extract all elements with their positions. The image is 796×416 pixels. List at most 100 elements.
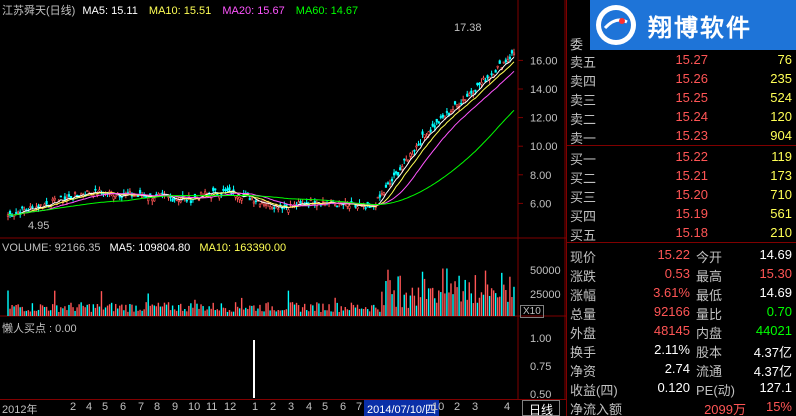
order-book-sell-row[interactable]: 卖三 15.25 524 <box>566 88 796 108</box>
volume-scale[interactable]: X10 <box>520 305 544 318</box>
order-price: 15.19 <box>675 206 708 221</box>
candle-body <box>494 70 497 73</box>
candle-body <box>409 153 412 157</box>
order-book-buy-row[interactable]: 买四 15.19 561 <box>566 204 796 224</box>
candle-body <box>138 190 142 194</box>
volume-bar <box>60 307 62 316</box>
order-volume: 710 <box>770 187 792 202</box>
volume-bar <box>291 302 294 316</box>
order-book-sell-row[interactable]: 卖二 15.24 120 <box>566 107 796 127</box>
volume-axis-label: 25000 <box>530 289 561 301</box>
candle-body <box>429 129 432 132</box>
volume-bar <box>110 302 113 316</box>
candle-body <box>277 208 280 210</box>
volume-bar <box>151 304 153 316</box>
volume-ma10: MA10: 163390.00 <box>199 242 287 254</box>
volume-bar <box>368 311 371 316</box>
volume-bar <box>328 304 330 316</box>
candle-body <box>496 65 499 68</box>
volume-bar <box>236 306 239 316</box>
volume-bar <box>324 310 326 316</box>
volume-bar <box>470 293 472 316</box>
chart-area[interactable]: 16.00 14.00 12.00 10.00 8.00 6.00 50000 25000 1.… <box>0 0 566 416</box>
volume-bar <box>434 298 436 316</box>
divider <box>566 242 796 243</box>
order-volume: 210 <box>770 225 792 240</box>
time-axis-tick: 7 <box>138 401 145 413</box>
candle-body <box>470 90 473 94</box>
volume-bar <box>49 310 52 316</box>
time-axis[interactable]: 2014/07/10/四 日线 2012年 2 4 5 6 7 8 9 10 11 12 1 2 3 4 5 6… <box>0 399 566 416</box>
volume-bar <box>78 304 80 316</box>
order-book-buy-row[interactable]: 买一 15.22 119 <box>566 147 796 167</box>
volume-bar <box>389 280 391 316</box>
volume-bar <box>23 311 25 316</box>
candle-body <box>254 200 258 203</box>
volume-title: VOLUME: 92166.35 MA5: 109804.80 MA10: 16… <box>2 242 286 254</box>
time-axis-tick: 6 <box>340 401 347 413</box>
candle-body <box>413 149 416 152</box>
volume-bar <box>442 268 444 316</box>
volume-bar <box>474 275 477 316</box>
volume-bar <box>257 308 259 316</box>
candle-body <box>147 197 150 202</box>
order-book-buy-row[interactable]: 买三 15.20 710 <box>566 185 796 205</box>
volume-bar <box>413 295 416 316</box>
price-axis-label: 14.00 <box>530 84 558 96</box>
order-book-sell-row[interactable]: 卖一 15.23 904 <box>566 126 796 146</box>
kline-chart[interactable]: 16.00 14.00 12.00 10.00 8.00 6.00 50000 25000 1.… <box>0 0 566 416</box>
period-button[interactable]: 日线 <box>522 400 561 416</box>
volume-bar <box>310 304 312 316</box>
quote-value: 0.53 <box>664 266 690 281</box>
order-book-buy-row[interactable]: 买二 15.21 173 <box>566 166 796 186</box>
volume-bar <box>275 311 277 316</box>
volume-bar <box>106 305 109 316</box>
volume-bar <box>405 292 407 316</box>
volume-bar <box>173 309 176 316</box>
volume-bar <box>356 304 359 316</box>
net-inflow-row: 净流入额 2099万 15% <box>566 397 796 416</box>
time-axis-tick: 2012年 <box>2 404 38 416</box>
volume-bar <box>182 310 184 316</box>
candle-body <box>264 204 268 206</box>
candle-body <box>238 196 241 200</box>
candle-body <box>232 189 235 192</box>
volume-bar <box>238 308 241 316</box>
indicator-title: 懒人买点 : 0.00 <box>2 323 77 335</box>
volume-bar <box>141 310 143 316</box>
volume-bar <box>267 302 269 316</box>
volume-bar <box>224 308 227 316</box>
candle-body <box>468 93 471 96</box>
volume-bar <box>466 299 468 316</box>
candle-body <box>226 188 229 192</box>
price-axis-label: 6.00 <box>530 198 551 210</box>
order-book-sell-row[interactable]: 卖四 15.26 235 <box>566 69 796 89</box>
candle-body <box>348 205 351 209</box>
candle-body <box>114 195 117 198</box>
quote-value: 3.61% <box>653 285 690 300</box>
volume-bar <box>66 310 68 316</box>
net-inflow-pct: 15% <box>765 399 792 414</box>
candle-body <box>405 159 408 162</box>
volume-bar <box>509 276 511 316</box>
volume-bar <box>462 291 464 316</box>
volume-bar <box>15 305 17 316</box>
volume-bar <box>102 309 105 316</box>
order-volume: 119 <box>771 149 792 164</box>
order-book-sell-row[interactable]: 卖五 15.27 76 <box>566 50 796 70</box>
quote-value: 2.11% <box>654 342 690 357</box>
volume-bar <box>273 310 275 316</box>
volume-bar <box>131 304 133 316</box>
volume-bar <box>401 307 403 316</box>
volume-bar <box>159 306 162 316</box>
candle-body <box>447 112 451 116</box>
order-book-buy-row[interactable]: 买五 15.18 210 <box>566 223 796 243</box>
volume-bar <box>468 282 470 316</box>
volume-bar <box>381 291 383 316</box>
volume-bar <box>9 308 11 316</box>
volume-bar <box>112 311 115 316</box>
volume-bar <box>90 311 93 316</box>
order-volume: 173 <box>770 168 792 183</box>
quote-row: 收益(四) 0.120 PE(动) 127.1 <box>566 378 796 398</box>
volume-bar <box>184 308 186 316</box>
